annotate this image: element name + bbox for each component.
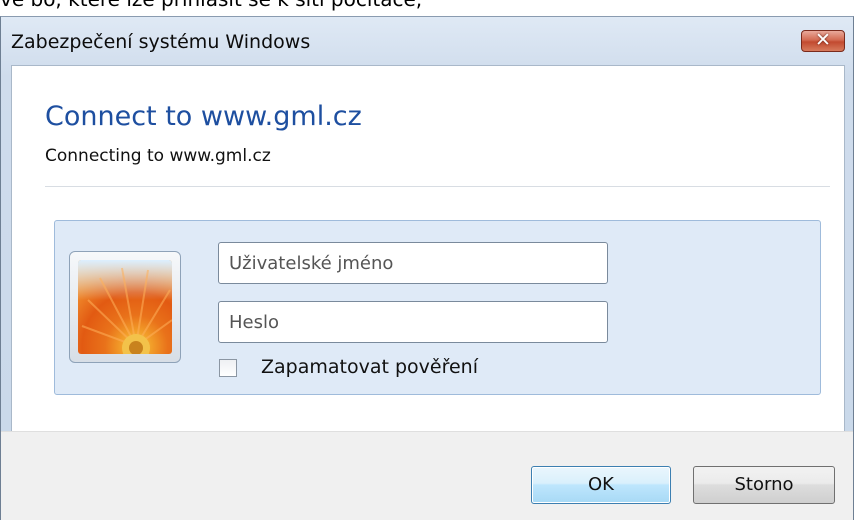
credential-tile[interactable]: Zapamatovat pověření: [54, 220, 821, 395]
background-window-text-strip: vé bo, které lze přihlásit se k síti poč…: [0, 0, 856, 16]
username-field[interactable]: [218, 242, 608, 284]
close-icon: ✕: [815, 29, 831, 51]
title-bar[interactable]: Zabezpečení systému Windows ✕: [1, 17, 853, 59]
avatar-picture: [78, 260, 172, 354]
flower-petals-graphic: [81, 267, 172, 354]
ok-button[interactable]: OK: [531, 466, 671, 504]
user-tile-flower-icon: [69, 251, 181, 363]
connect-heading: Connect to www.gml.cz: [45, 101, 362, 132]
windows-security-dialog: Zabezpečení systému Windows ✕ Connect to…: [0, 16, 854, 520]
close-button[interactable]: ✕: [801, 29, 845, 52]
header-separator: [45, 186, 830, 187]
cancel-button[interactable]: Storno: [693, 466, 835, 504]
button-bar: OK Storno: [1, 431, 853, 520]
background-text: vé bo, které lze přihlásit se k síti poč…: [0, 0, 422, 11]
password-field[interactable]: [218, 301, 608, 343]
window-title: Zabezpečení systému Windows: [11, 31, 311, 53]
remember-checkbox[interactable]: [219, 359, 237, 377]
connecting-subtext: Connecting to www.gml.cz: [45, 146, 271, 166]
remember-label[interactable]: Zapamatovat pověření: [261, 356, 478, 378]
